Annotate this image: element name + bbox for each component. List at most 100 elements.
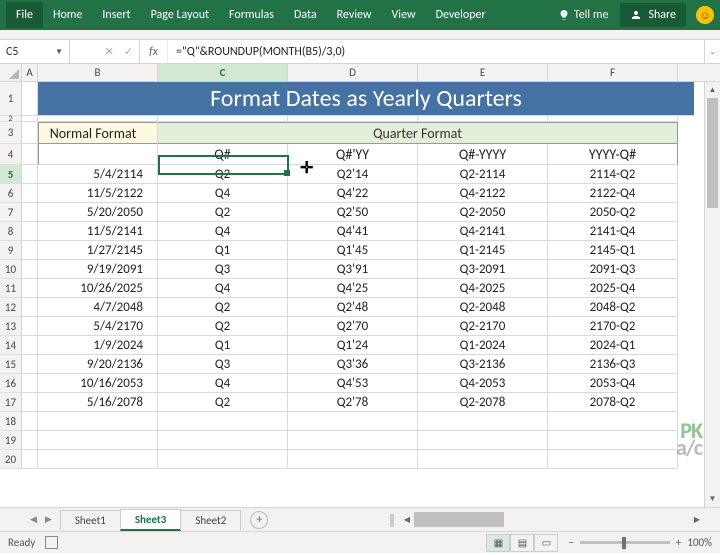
cell-a4[interactable] <box>22 144 38 165</box>
title-cell[interactable]: Format Dates as Yearly Quarters <box>38 82 694 116</box>
cell-b13[interactable]: 5/4/2170 <box>38 317 158 336</box>
cell-f12[interactable]: 2048-Q2 <box>548 298 678 317</box>
cell-f8[interactable]: 2141-Q4 <box>548 222 678 241</box>
scroll-left-icon[interactable]: ◀ <box>400 515 414 525</box>
subheader-q[interactable]: Q# <box>158 144 288 165</box>
cell-e17[interactable]: Q2-2078 <box>418 393 548 412</box>
col-header-d[interactable]: D <box>288 64 418 81</box>
cell-e15[interactable]: Q3-2136 <box>418 355 548 374</box>
row-header-11[interactable]: 11 <box>0 279 22 298</box>
cell-a7[interactable] <box>22 203 38 222</box>
row-header-20[interactable]: 20 <box>0 450 22 469</box>
cell-f18[interactable] <box>548 412 678 431</box>
horizontal-scrollbar[interactable]: ◀ ▶ <box>400 512 704 527</box>
cell-f5[interactable]: 2114-Q2 <box>548 165 678 184</box>
name-box[interactable]: C5 ▼ <box>0 40 70 63</box>
row-header-16[interactable]: 16 <box>0 374 22 393</box>
cell-d17[interactable]: Q2'78 <box>288 393 418 412</box>
cell-a20[interactable] <box>22 450 38 469</box>
tab-data[interactable]: Data <box>284 2 327 28</box>
cell-b20[interactable] <box>38 450 158 469</box>
subheader-yyyyq[interactable]: YYYY-Q# <box>548 144 678 165</box>
cell-a13[interactable] <box>22 317 38 336</box>
tell-me[interactable]: Tell me <box>550 8 617 22</box>
cell-b10[interactable]: 9/19/2091 <box>38 260 158 279</box>
cell-d7[interactable]: Q2'50 <box>288 203 418 222</box>
confirm-icon[interactable]: ✓ <box>124 45 133 58</box>
cell-b16[interactable]: 10/16/2053 <box>38 374 158 393</box>
cell-c5[interactable]: Q2 <box>158 165 288 184</box>
sheet-nav-prev-icon[interactable]: ◀ <box>30 514 37 525</box>
chevron-down-icon[interactable]: ▼ <box>55 47 63 57</box>
cell-d10[interactable]: Q3'91 <box>288 260 418 279</box>
cell-f20[interactable] <box>548 450 678 469</box>
cell-a10[interactable] <box>22 260 38 279</box>
row-header-19[interactable]: 19 <box>0 431 22 450</box>
cell-d6[interactable]: Q4'22 <box>288 184 418 203</box>
cell-c14[interactable]: Q1 <box>158 336 288 355</box>
row-header-4[interactable]: 4 <box>0 144 22 165</box>
cell-d9[interactable]: Q1'45 <box>288 241 418 260</box>
row-header-10[interactable]: 10 <box>0 260 22 279</box>
cell-d12[interactable]: Q2'48 <box>288 298 418 317</box>
cell-c19[interactable] <box>158 431 288 450</box>
cell-d14[interactable]: Q1'24 <box>288 336 418 355</box>
cell-e19[interactable] <box>418 431 548 450</box>
cell-f15[interactable]: 2136-Q3 <box>548 355 678 374</box>
hscroll-thumb[interactable] <box>414 512 504 527</box>
row-header-6[interactable]: 6 <box>0 184 22 203</box>
cell-f19[interactable] <box>548 431 678 450</box>
sheet-nav-next-icon[interactable]: ▶ <box>45 514 52 525</box>
cell-d19[interactable] <box>288 431 418 450</box>
row-header-12[interactable]: 12 <box>0 298 22 317</box>
cell-e20[interactable] <box>418 450 548 469</box>
cell-c20[interactable] <box>158 450 288 469</box>
tab-split-handle[interactable] <box>390 514 394 527</box>
cell-f16[interactable]: 2053-Q4 <box>548 374 678 393</box>
cell-b11[interactable]: 10/26/2025 <box>38 279 158 298</box>
cell-c16[interactable]: Q4 <box>158 374 288 393</box>
cell-b5[interactable]: 5/4/2114 <box>38 165 158 184</box>
cell-c10[interactable]: Q3 <box>158 260 288 279</box>
zoom-in-icon[interactable]: + <box>676 536 681 549</box>
cell-a19[interactable] <box>22 431 38 450</box>
sheet-tab-sheet1[interactable]: Sheet1 <box>60 510 121 530</box>
cell-c8[interactable]: Q4 <box>158 222 288 241</box>
zoom-value[interactable]: 100% <box>687 536 712 549</box>
cell-f7[interactable]: 2050-Q2 <box>548 203 678 222</box>
cell-d8[interactable]: Q4'41 <box>288 222 418 241</box>
tab-view[interactable]: View <box>382 2 426 28</box>
col-header-f[interactable]: F <box>548 64 678 81</box>
row-header-9[interactable]: 9 <box>0 241 22 260</box>
cell-c15[interactable]: Q3 <box>158 355 288 374</box>
row-header-1[interactable]: 1 <box>0 82 22 116</box>
cell-c11[interactable]: Q4 <box>158 279 288 298</box>
zoom-out-icon[interactable]: − <box>568 536 573 549</box>
tab-page-layout[interactable]: Page Layout <box>141 2 219 28</box>
header-normal-format[interactable]: Normal Format <box>38 122 158 144</box>
cell-a1[interactable] <box>22 82 38 116</box>
col-header-c[interactable]: C <box>158 64 288 81</box>
sheet-tab-sheet2[interactable]: Sheet2 <box>180 510 241 530</box>
cell-a16[interactable] <box>22 374 38 393</box>
tab-home[interactable]: Home <box>43 2 92 28</box>
scroll-up-icon[interactable]: ▲ <box>705 82 720 98</box>
cell-b4[interactable] <box>38 144 158 165</box>
cell-c6[interactable]: Q4 <box>158 184 288 203</box>
cell-f11[interactable]: 2025-Q4 <box>548 279 678 298</box>
cell-a17[interactable] <box>22 393 38 412</box>
cell-e18[interactable] <box>418 412 548 431</box>
cell-a3[interactable] <box>22 122 38 144</box>
select-all-corner[interactable] <box>0 64 22 81</box>
formula-bar[interactable]: ="Q"&ROUNDUP(MONTH(B5)/3,0) <box>168 40 704 63</box>
cell-d16[interactable]: Q4'53 <box>288 374 418 393</box>
view-page-layout-icon[interactable]: ▤ <box>510 534 534 552</box>
cell-a15[interactable] <box>22 355 38 374</box>
cell-b17[interactable]: 5/16/2078 <box>38 393 158 412</box>
cell-d13[interactable]: Q2'70 <box>288 317 418 336</box>
col-header-a[interactable]: A <box>22 64 38 81</box>
cell-f17[interactable]: 2078-Q2 <box>548 393 678 412</box>
cell-d18[interactable] <box>288 412 418 431</box>
cell-e7[interactable]: Q2-2050 <box>418 203 548 222</box>
cell-b9[interactable]: 1/27/2145 <box>38 241 158 260</box>
